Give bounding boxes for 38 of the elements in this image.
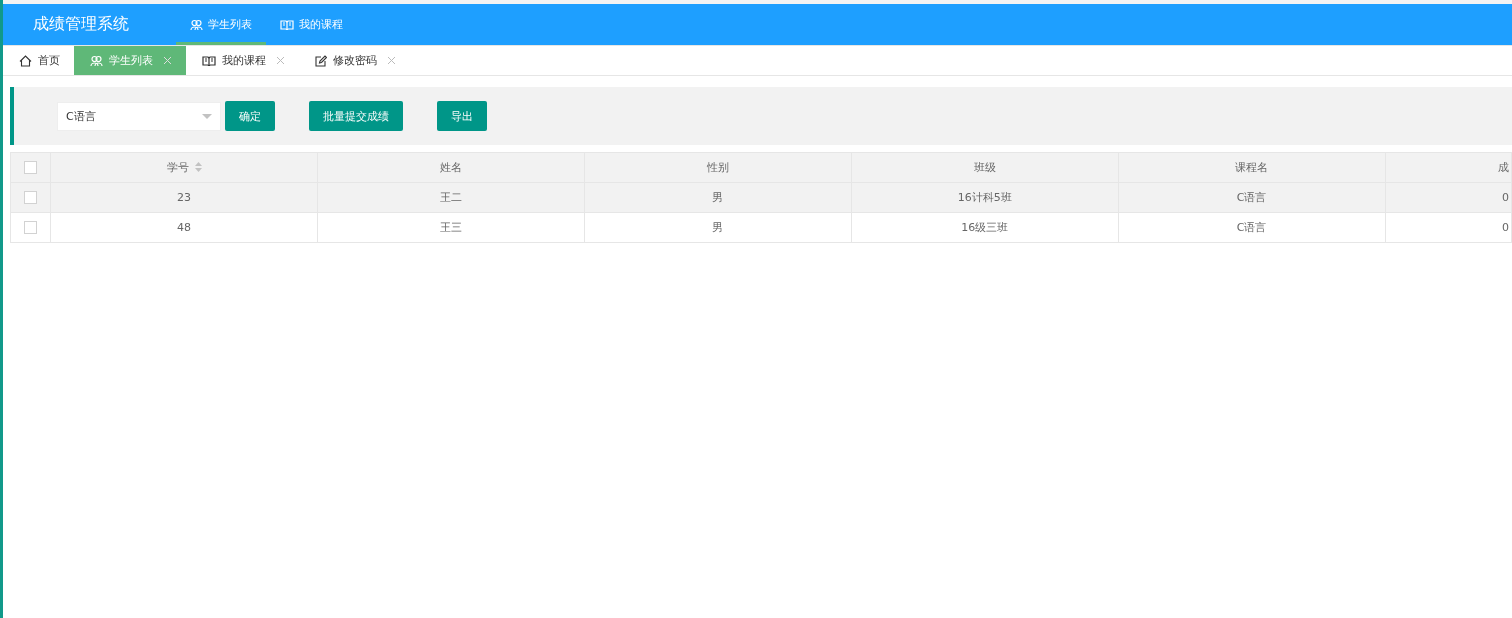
book-icon bbox=[202, 55, 216, 66]
table-cell: C语言 bbox=[1236, 191, 1267, 204]
column-header[interactable]: 课程名 bbox=[1235, 161, 1269, 174]
table-cell: 0 bbox=[1502, 191, 1509, 204]
action-button[interactable]: 确定 bbox=[225, 101, 275, 131]
checkbox[interactable] bbox=[24, 221, 38, 235]
table-cell: 王三 bbox=[439, 221, 462, 234]
nav-link[interactable]: 我的课程 bbox=[266, 4, 357, 45]
table-cell: 王二 bbox=[439, 191, 462, 204]
column-header[interactable]: 性别 bbox=[706, 161, 729, 174]
sort-icon[interactable] bbox=[194, 161, 202, 175]
table-cell: 0 bbox=[1502, 221, 1509, 234]
checkbox[interactable] bbox=[24, 161, 38, 175]
nav-link[interactable]: 学生列表 bbox=[176, 4, 266, 45]
users-icon bbox=[190, 18, 203, 31]
course-select[interactable]: C语言 bbox=[57, 101, 221, 131]
column-header[interactable]: 学号 bbox=[166, 161, 189, 174]
action-button[interactable]: 导出 bbox=[437, 101, 487, 131]
column-header[interactable]: 班级 bbox=[973, 161, 996, 174]
table-cell: 16级三班 bbox=[961, 221, 1009, 234]
tab[interactable]: 修改密码 bbox=[299, 46, 410, 75]
table-cell: 男 bbox=[712, 221, 724, 234]
users-icon bbox=[90, 54, 103, 67]
app-title: 成绩管理系统 bbox=[32, 14, 130, 35]
edit-icon bbox=[315, 54, 327, 67]
tab[interactable]: 我的课程 bbox=[186, 46, 299, 75]
action-button[interactable]: 批量提交成绩 bbox=[309, 101, 403, 131]
home-icon bbox=[19, 54, 32, 67]
column-header[interactable]: 姓名 bbox=[439, 161, 462, 174]
tab[interactable]: 首页 bbox=[3, 46, 74, 75]
book-icon bbox=[280, 19, 294, 30]
table-cell: 16计科5班 bbox=[957, 191, 1012, 204]
checkbox[interactable] bbox=[24, 191, 38, 205]
table-cell: 48 bbox=[177, 221, 192, 234]
column-header[interactable]: 成 bbox=[1498, 161, 1509, 174]
table-cell: C语言 bbox=[1236, 221, 1267, 234]
table-cell: 男 bbox=[712, 191, 724, 204]
table-cell: 23 bbox=[177, 191, 192, 204]
